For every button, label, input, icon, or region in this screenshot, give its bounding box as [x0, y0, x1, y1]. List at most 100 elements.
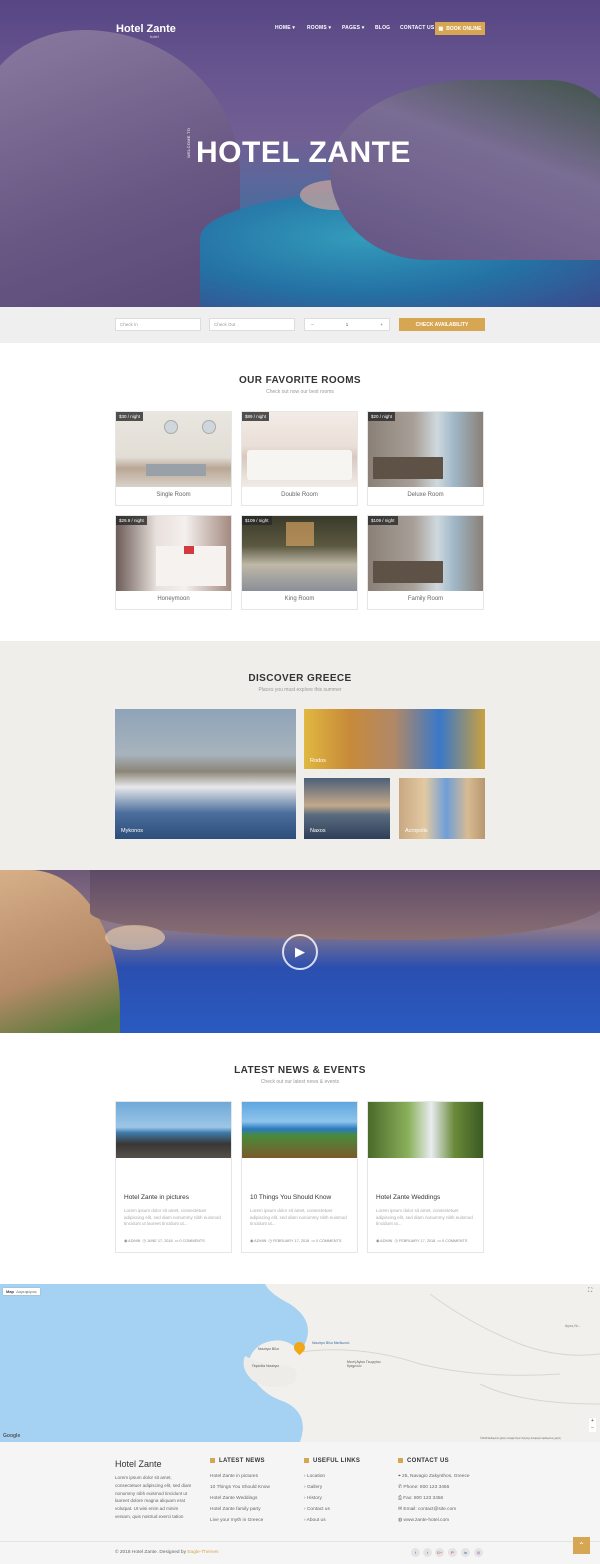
footer-about: Lorem ipsum dolor sit amet, consectetuer… — [115, 1475, 192, 1519]
footer-news-link[interactable]: Hotel Zante Weddings — [210, 1493, 270, 1504]
rooms-subtitle: Check out now our best rooms — [266, 389, 334, 395]
place-card-rodos[interactable]: Rodos — [304, 709, 485, 769]
map-canvas — [243, 1284, 600, 1442]
facebook-icon[interactable]: f — [411, 1548, 420, 1557]
footer-useful-link[interactable]: › Location — [304, 1471, 330, 1482]
footer-news-link[interactable]: Hotel Zante family party — [210, 1504, 270, 1515]
news-subtitle: Check out our latest news & events — [260, 1079, 340, 1085]
place-label: Naxos — [310, 828, 326, 834]
pinterest-icon[interactable]: P — [448, 1548, 457, 1557]
room-name[interactable]: Double Room — [242, 492, 357, 498]
news-excerpt: Lorem ipsum dolor sit amet, consectetuer… — [376, 1208, 473, 1226]
designer-link[interactable]: Eagle-Themes — [187, 1550, 218, 1555]
booking-bar: Check In Check Out − 1 + CHECK AVAILABIL… — [0, 307, 600, 343]
hero-title: HOTEL ZANTE — [196, 136, 411, 169]
play-icon: ▶ — [295, 944, 305, 959]
room-image — [242, 516, 357, 591]
news-meta: ◉ ADMIN ◷ FEBRUARY 17, 2018 ▭ 0 COMMENTS — [376, 1239, 468, 1243]
news-image — [368, 1102, 483, 1158]
news-meta: ◉ ADMIN ◷ FEBRUARY 17, 2018 ▭ 0 COMMENTS — [250, 1239, 342, 1243]
room-price: $89 / night — [242, 412, 270, 421]
nav-blog[interactable]: BLOG — [375, 25, 390, 31]
news-excerpt: Lorem ipsum dolor sit amet, consectetuer… — [250, 1208, 347, 1226]
room-card[interactable]: $109 / night King Room — [241, 515, 358, 610]
nav-contact[interactable]: CONTACT US — [400, 25, 434, 31]
footer-news-link[interactable]: Live your myth in Greece — [210, 1515, 270, 1526]
room-card[interactable]: $109 / night Family Room — [367, 515, 484, 610]
room-name[interactable]: Honeymoon — [116, 596, 231, 602]
place-card-mykonos[interactable]: Mykonos — [115, 709, 296, 839]
room-card[interactable]: $89 / night Double Room — [241, 411, 358, 506]
map-tab-satellite[interactable]: Δορυφόρος — [16, 1289, 37, 1294]
zoom-out-button[interactable]: − — [589, 1425, 596, 1432]
guests-plus-button[interactable]: + — [380, 322, 383, 327]
news-heading: LATEST NEWS & EVENTS Check out our lates… — [0, 1065, 600, 1085]
guests-stepper[interactable]: − 1 + — [304, 318, 390, 331]
news-post-title[interactable]: Hotel Zante in pictures — [124, 1194, 189, 1201]
email-icon: ✉ — [398, 1507, 403, 1512]
check-in-field[interactable]: Check In — [115, 318, 201, 331]
room-price: $30 / night — [116, 412, 144, 421]
room-card[interactable]: $20 / night Deluxe Room — [367, 411, 484, 506]
room-image — [242, 412, 357, 487]
google-plus-icon[interactable]: G+ — [435, 1548, 444, 1557]
room-price: $29.9 / night — [116, 516, 147, 525]
news-card[interactable]: Hotel Zante Weddings Lorem ipsum dolor s… — [367, 1101, 484, 1253]
fullscreen-icon[interactable]: ⛶ — [588, 1288, 595, 1295]
news-post-title[interactable]: Hotel Zante Weddings — [376, 1194, 440, 1201]
calendar-icon: ▦ — [438, 25, 444, 32]
place-label: Rodos — [310, 758, 326, 764]
map-label: Ναυάγιο Βίλα — [258, 1347, 279, 1351]
footer-useful-link[interactable]: › About us — [304, 1515, 330, 1526]
discover-subtitle: Places you must explore this summer — [258, 687, 342, 693]
map-tab-map[interactable]: Map — [6, 1289, 14, 1294]
book-online-button[interactable]: ▦ BOOK ONLINE — [435, 22, 485, 35]
place-label: Acropolis — [405, 828, 428, 834]
footer-brand: Hotel Zante — [115, 1459, 162, 1469]
news-image — [116, 1102, 231, 1158]
footer-contact-heading: CONTACT US — [398, 1458, 449, 1464]
fax-icon: ⎙ — [398, 1496, 402, 1501]
room-name[interactable]: King Room — [242, 596, 357, 602]
back-to-top-button[interactable]: ⌃ — [573, 1537, 590, 1554]
twitter-icon[interactable]: t — [423, 1548, 432, 1557]
footer-news-link[interactable]: Hotel Zante in pictures — [210, 1471, 270, 1482]
site-logo[interactable]: Hotel Zante hotel — [116, 23, 176, 39]
room-name[interactable]: Family Room — [368, 596, 483, 602]
map-label: Παραλία Ναυάγιο — [252, 1364, 280, 1368]
guests-value: 1 — [345, 322, 349, 327]
nav-rooms[interactable]: ROOMS ▾ — [307, 25, 331, 31]
check-out-field[interactable]: Check Out — [209, 318, 295, 331]
news-post-title[interactable]: 10 Things You Should Know — [250, 1194, 331, 1201]
place-card-naxos[interactable]: Naxos — [304, 778, 390, 839]
place-card-acropolis[interactable]: Acropolis — [399, 778, 485, 839]
nav-home[interactable]: HOME ▾ — [275, 25, 295, 31]
check-availability-button[interactable]: CHECK AVAILABILITY — [399, 318, 485, 331]
arrow-up-icon: ⌃ — [578, 1541, 585, 1550]
news-excerpt: Lorem ipsum dolor sit amet, consectetuer… — [124, 1208, 221, 1226]
room-price: $109 / night — [368, 516, 398, 525]
news-card[interactable]: 10 Things You Should Know Lorem ipsum do… — [241, 1101, 358, 1253]
room-card[interactable]: $29.9 / night Honeymoon — [115, 515, 232, 610]
room-name[interactable]: Single Room — [116, 492, 231, 498]
footer-useful-link[interactable]: › Gallery — [304, 1482, 330, 1493]
zoom-in-button[interactable]: + — [589, 1418, 596, 1425]
location-map[interactable]: Map Δορυφόρος Ναυάγιο Βίλα Ναυάγιο Βίλα … — [0, 1284, 600, 1442]
linkedin-icon[interactable]: in — [461, 1548, 470, 1557]
video-play-button[interactable]: ▶ — [282, 934, 318, 970]
room-name[interactable]: Deluxe Room — [368, 492, 483, 498]
room-image — [368, 516, 483, 591]
room-image — [368, 412, 483, 487]
room-card[interactable]: $30 / night Single Room — [115, 411, 232, 506]
nav-pages[interactable]: PAGES ▾ — [342, 25, 364, 31]
map-type-tabs: Map Δορυφόρος — [3, 1288, 40, 1295]
rooms-heading: OUR FAVORITE ROOMS Check out now our bes… — [0, 375, 600, 395]
news-image — [242, 1102, 357, 1158]
instagram-icon[interactable]: ◎ — [474, 1548, 483, 1557]
news-card[interactable]: Hotel Zante in pictures Lorem ipsum dolo… — [115, 1101, 232, 1253]
footer-news-link[interactable]: 10 Things You Should Know — [210, 1482, 270, 1493]
footer-useful-link[interactable]: › History — [304, 1493, 330, 1504]
guests-minus-button[interactable]: − — [311, 322, 314, 327]
place-label: Mykonos — [121, 828, 144, 834]
footer-useful-link[interactable]: › Contact us — [304, 1504, 330, 1515]
